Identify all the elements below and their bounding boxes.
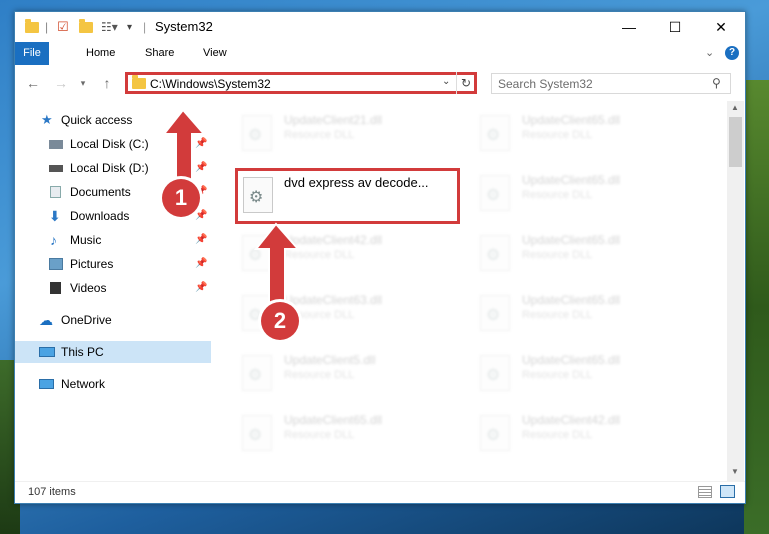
callout-step-1: 1 — [162, 179, 200, 217]
arrow-2 — [253, 222, 301, 307]
arrow-1 — [161, 108, 207, 183]
callout-step-2: 2 — [261, 302, 299, 340]
annotation-arrows — [161, 108, 301, 307]
